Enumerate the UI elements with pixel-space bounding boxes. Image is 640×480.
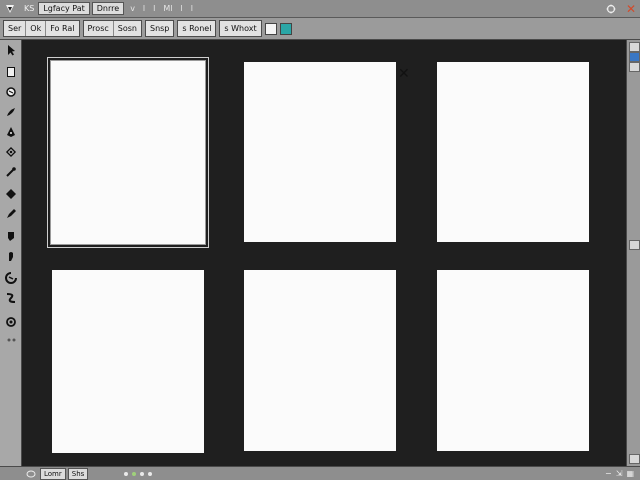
toolbar-button-whoxt[interactable]: s Whoxt bbox=[219, 20, 262, 37]
marker-tool-icon[interactable] bbox=[3, 206, 19, 222]
color-swatch-white[interactable] bbox=[264, 22, 277, 35]
scroll-down-icon[interactable] bbox=[629, 454, 640, 464]
menu-item[interactable]: l bbox=[139, 3, 149, 14]
menu-item[interactable]: l bbox=[149, 3, 159, 14]
scroll-thumb[interactable] bbox=[629, 240, 640, 250]
vertical-scrollbar[interactable] bbox=[626, 40, 640, 466]
menu-items: KS Lgfacy Pat Dnrre v l l Ml l l bbox=[20, 2, 197, 15]
toolbar-group-process: Prosc Sosn bbox=[82, 20, 142, 37]
diamond-tool-icon[interactable] bbox=[3, 186, 19, 202]
arrow-tool-icon[interactable] bbox=[3, 42, 19, 58]
toolbar-group-edit: Ser Ok Fo Ral bbox=[3, 20, 80, 37]
tool-palette bbox=[0, 40, 22, 466]
status-dot-2[interactable] bbox=[132, 471, 137, 476]
page-tool-icon[interactable] bbox=[3, 64, 19, 80]
pen-tool-icon[interactable] bbox=[3, 124, 19, 140]
status-field-shs[interactable]: Shs bbox=[67, 467, 89, 480]
toolbar-button-foral[interactable]: Fo Ral bbox=[46, 21, 79, 36]
menu-item[interactable]: l bbox=[177, 3, 187, 14]
status-controls: − ⇲ ▦ bbox=[605, 469, 634, 478]
move-handle-icon[interactable]: ✕ bbox=[398, 66, 410, 82]
close-icon[interactable]: ✕ bbox=[626, 2, 636, 16]
toolbar-button-ser[interactable]: Ser bbox=[4, 21, 27, 36]
panel-toggle-icon[interactable] bbox=[629, 52, 640, 62]
menu-bar: KS Lgfacy Pat Dnrre v l l Ml l l ✕ bbox=[0, 0, 640, 18]
status-icon bbox=[24, 469, 38, 479]
menu-item[interactable]: Dnrre bbox=[91, 2, 125, 15]
toolbar-button-ronel[interactable]: s Ronel bbox=[177, 20, 217, 37]
toolbar-button-prosc[interactable]: Prosc bbox=[83, 21, 114, 36]
page-3[interactable] bbox=[437, 62, 589, 242]
grid-icon[interactable]: ▦ bbox=[626, 469, 634, 478]
page-1[interactable] bbox=[47, 57, 209, 248]
fill-tool-icon[interactable] bbox=[3, 144, 19, 160]
color-swatch-teal[interactable] bbox=[279, 22, 292, 35]
toolbar-button-ok[interactable]: Ok bbox=[26, 21, 47, 36]
hand-tool-icon[interactable] bbox=[3, 248, 19, 264]
zoom-out-icon[interactable]: − bbox=[605, 469, 612, 478]
page-6[interactable] bbox=[437, 270, 589, 451]
warp-tool-icon[interactable] bbox=[3, 290, 19, 306]
toolbar-button-sosn[interactable]: Sosn bbox=[113, 21, 141, 36]
lasso-tool-icon[interactable] bbox=[3, 84, 19, 100]
status-dot-3[interactable] bbox=[140, 471, 145, 476]
scroll-page-icon[interactable] bbox=[629, 62, 640, 72]
page-2[interactable] bbox=[244, 62, 396, 242]
rotate-tool-icon[interactable] bbox=[3, 270, 19, 286]
resize-icon[interactable]: ⇲ bbox=[616, 469, 623, 478]
menu-item[interactable]: v bbox=[126, 3, 139, 14]
page-4[interactable] bbox=[52, 270, 204, 453]
canvas-area[interactable]: ✕ bbox=[22, 40, 626, 466]
toolbar-button-snsp[interactable]: Snsp bbox=[144, 20, 175, 37]
eyedropper-tool-icon[interactable] bbox=[3, 164, 19, 180]
status-bar: Lomr Shs − ⇲ ▦ bbox=[0, 466, 640, 480]
menu-item[interactable]: KS bbox=[20, 3, 38, 14]
spiral-tool-icon[interactable] bbox=[3, 332, 19, 348]
toolbar: Ser Ok Fo Ral Prosc Sosn Snsp s Ronel s … bbox=[0, 18, 640, 40]
brush-tool-icon[interactable] bbox=[3, 104, 19, 120]
scroll-up-icon[interactable] bbox=[629, 42, 640, 52]
minimize-icon[interactable] bbox=[604, 2, 618, 16]
zoom-tool-icon[interactable] bbox=[3, 314, 19, 330]
status-dot-4[interactable] bbox=[148, 471, 153, 476]
status-dot-1[interactable] bbox=[124, 471, 129, 476]
crop-tool-icon[interactable] bbox=[3, 228, 19, 244]
menu-item[interactable]: Lgfacy Pat bbox=[38, 2, 90, 15]
app-logo-icon[interactable] bbox=[3, 2, 17, 16]
status-field-lomr[interactable]: Lomr bbox=[40, 467, 66, 480]
menu-item[interactable]: Ml bbox=[159, 3, 176, 14]
menu-item[interactable]: l bbox=[187, 3, 197, 14]
page-5[interactable] bbox=[244, 270, 396, 451]
